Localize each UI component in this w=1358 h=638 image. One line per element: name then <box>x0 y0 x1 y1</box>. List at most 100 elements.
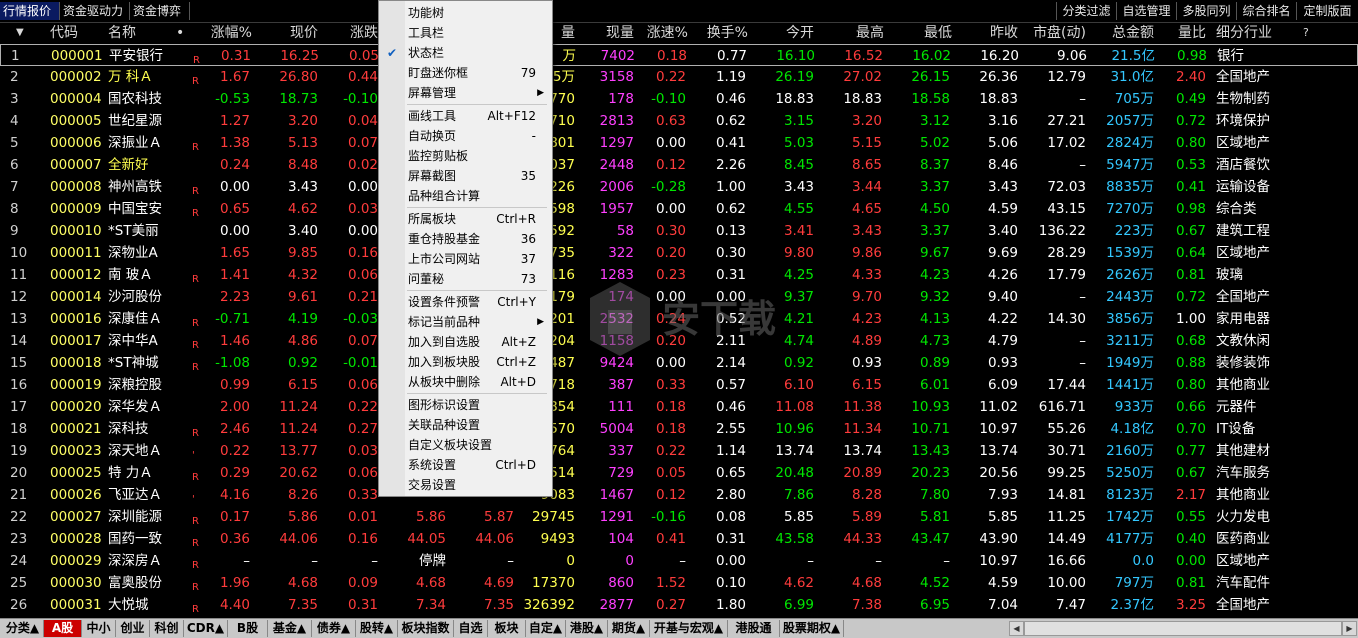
header-change-pct[interactable]: 涨幅% <box>190 22 252 44</box>
tab-category-filter[interactable]: 分类过滤 <box>1056 2 1116 20</box>
table-row[interactable]: 6 000007 全新好 0.24 8.48 0.02 037 2448 0.12 2.26 8.4… <box>0 154 1358 176</box>
header-volume-ratio[interactable]: 量比 <box>1164 22 1206 44</box>
market-tab[interactable]: 自选 <box>454 620 488 637</box>
tab-capital-driver[interactable]: 资金驱动力 <box>60 2 130 20</box>
header-change[interactable]: 涨跌 <box>328 22 378 44</box>
menu-item[interactable]: 盯盘迷你框 79 <box>379 63 552 83</box>
scroll-right-icon[interactable]: ▶ <box>1342 621 1357 636</box>
tab-ranking[interactable]: 综合排名 <box>1236 2 1296 20</box>
header-prev-close[interactable]: 昨收 <box>970 22 1018 44</box>
market-tab[interactable]: CDR▲ <box>184 620 228 637</box>
table-row[interactable]: 3 000004 国农科技 -0.53 18.73 -0.10 770 178 -0.10 0.4… <box>0 88 1358 110</box>
header-pe[interactable]: 市盘(动) <box>1020 22 1086 44</box>
menu-item[interactable]: 所属板块 Ctrl+R <box>379 209 552 229</box>
table-row[interactable]: 16 000019 深粮控股 0.99 6.15 0.06 718 387 0.33 0.57 6.… <box>0 374 1358 396</box>
header-dot: • <box>176 25 185 41</box>
market-tab[interactable]: 基金▲ <box>268 620 312 637</box>
table-row[interactable]: 9 000010 *ST美丽 0.00 3.40 0.00 592 58 0.30 0.13 3.4… <box>0 220 1358 242</box>
menu-item[interactable]: 图形标识设置 <box>379 395 552 415</box>
menu-item[interactable]: 工具栏 <box>379 23 552 43</box>
market-tab[interactable]: 自定▲ <box>526 620 566 637</box>
menu-item[interactable]: 设置条件预警 Ctrl+Y <box>379 292 552 312</box>
help-icon[interactable]: ? <box>1303 22 1309 44</box>
menu-item[interactable]: 加入到板块股 Ctrl+Z <box>379 352 552 372</box>
header-price[interactable]: 现价 <box>262 22 318 44</box>
tab-watchlist-manage[interactable]: 自选管理 <box>1116 2 1176 20</box>
menu-item[interactable]: 监控剪贴板 <box>379 146 552 166</box>
menu-item[interactable]: 屏幕管理 ▶ <box>379 83 552 103</box>
header-high[interactable]: 最高 <box>838 22 884 44</box>
market-tab[interactable]: 中小 <box>82 620 116 637</box>
tab-quotes[interactable]: 行情报价 <box>0 2 60 20</box>
table-row[interactable]: 25 000030 富奥股份 R 1.96 4.68 0.09 4.68 4.69 17370 86… <box>0 572 1358 594</box>
header-amount[interactable]: 总金额 <box>1094 22 1154 44</box>
tab-multi-stock[interactable]: 多股同列 <box>1176 2 1236 20</box>
market-tab[interactable]: 板块指数 <box>398 620 454 637</box>
menu-item[interactable]: 画线工具 Alt+F12 <box>379 106 552 126</box>
menu-item[interactable]: 加入到自选股 Alt+Z <box>379 332 552 352</box>
menu-item[interactable]: 标记当前品种 ▶ <box>379 312 552 332</box>
horizontal-scrollbar[interactable] <box>1024 621 1342 636</box>
menu-item[interactable]: 自定义板块设置 <box>379 435 552 455</box>
price: 8.48 <box>287 157 318 173</box>
market-tab[interactable]: 分类▲ <box>2 620 44 637</box>
menu-item[interactable]: 品种组合计算 <box>379 186 552 206</box>
table-row[interactable]: 10 000011 深物业A 1.65 9.85 0.16 735 322 0.20 0.30 9.… <box>0 242 1358 264</box>
table-row[interactable]: 23 000028 国药一致 R 0.36 44.06 0.16 44.05 44.06 9493… <box>0 528 1358 550</box>
menu-item[interactable]: 屏幕截图 35 <box>379 166 552 186</box>
market-tab[interactable]: 创业 <box>116 620 150 637</box>
menu-item[interactable]: 交易设置 <box>379 475 552 495</box>
table-row[interactable]: 4 000005 世纪星源 1.27 3.20 0.04 710 2813 0.63 0.62 3.… <box>0 110 1358 132</box>
market-tab[interactable]: B股 <box>228 620 268 637</box>
menu-item[interactable]: 从板块中删除 Alt+D <box>379 372 552 392</box>
menu-item[interactable]: 功能树 <box>379 3 552 23</box>
header-speed[interactable]: 涨速% <box>640 22 688 44</box>
table-row[interactable]: 19 000023 深天地Ａ ' 0.22 13.77 0.03 764 337 0.22 1.14… <box>0 440 1358 462</box>
market-tab[interactable]: 港股▲ <box>566 620 608 637</box>
market-tab[interactable]: 股票期权▲ <box>780 620 844 637</box>
market-tab[interactable]: 开基与宏观▲ <box>650 620 728 637</box>
menu-item-shortcut: 37 <box>520 252 536 266</box>
table-row[interactable]: 24 000029 深深房Ａ R – – – 停牌 –0 0–0.00– – –10.97 16.66 0… <box>0 550 1358 572</box>
market-tab[interactable]: 板块 <box>488 620 526 637</box>
menu-item[interactable]: 重仓持股基金 36 <box>379 229 552 249</box>
header-volume[interactable]: 量 <box>553 22 575 44</box>
volume-ratio: 3.25 <box>1175 597 1206 613</box>
table-row[interactable]: 21 000026 飞亚达Ａ ' 4.16 8.26 0.33 9083 1467 0.12 2.8… <box>0 484 1358 506</box>
menu-item[interactable]: 自动换页 - <box>379 126 552 146</box>
total-amount: 21.5亿 <box>1111 48 1155 64</box>
header-open[interactable]: 今开 <box>768 22 814 44</box>
table-row[interactable]: 7 000008 神州高铁 R 0.00 3.43 0.00 226 2006 -0.28 1.00… <box>0 176 1358 198</box>
market-tab[interactable]: 股转▲ <box>356 620 398 637</box>
market-tab[interactable]: 债券▲ <box>312 620 356 637</box>
header-low[interactable]: 最低 <box>906 22 952 44</box>
header-turnover[interactable]: 换手% <box>698 22 748 44</box>
table-row[interactable]: 1 000001 平安银行 R 0.31 16.25 0.05 万 7402 0.18 0.77 16… <box>0 44 1358 66</box>
market-tab[interactable]: A股 <box>44 620 82 637</box>
table-row[interactable]: 5 000006 深振业Ａ R 1.38 5.13 0.07 801 1297 0.00 0.41 5… <box>0 132 1358 154</box>
table-row[interactable]: 17 000020 深华发Ａ 2.00 11.24 0.22 354 111 0.18 0.46 1… <box>0 396 1358 418</box>
table-row[interactable]: 18 000021 深科技 R 2.46 11.24 0.27 570 5004 0.18 2.55… <box>0 418 1358 440</box>
scroll-left-icon[interactable]: ◀ <box>1009 621 1024 636</box>
menu-item[interactable]: 系统设置 Ctrl+D <box>379 455 552 475</box>
menu-item[interactable]: 问董秘 73 <box>379 269 552 289</box>
table-row[interactable]: 20 000025 特 力Ａ R 0.29 20.62 0.06 514 729 0.05 0.65… <box>0 462 1358 484</box>
tab-custom-layout[interactable]: 定制版面 <box>1296 2 1358 20</box>
sort-arrow-icon[interactable]: ▼ <box>16 22 30 44</box>
menu-item[interactable]: 上市公司网站 37 <box>379 249 552 269</box>
header-code[interactable]: 代码 <box>50 22 78 44</box>
tab-capital-game[interactable]: 资金博弈 <box>130 2 190 20</box>
table-row[interactable]: 22 000027 深圳能源 R 0.17 5.86 0.01 5.86 5.87 29745 12… <box>0 506 1358 528</box>
market-tab[interactable]: 科创 <box>150 620 184 637</box>
table-row[interactable]: 8 000009 中国宝安 R 0.65 4.62 0.03 598 1957 0.00 0.62 4… <box>0 198 1358 220</box>
header-cur-volume[interactable]: 现量 <box>588 22 634 44</box>
table-row[interactable]: 26 000031 大悦城 R 4.40 7.35 0.31 7.34 7.35 326392 28… <box>0 594 1358 616</box>
industry: 其他商业 <box>1216 487 1270 503</box>
header-name[interactable]: 名称 <box>108 22 136 44</box>
menu-item[interactable]: 关联品种设置 <box>379 415 552 435</box>
header-industry[interactable]: 细分行业 <box>1216 22 1272 44</box>
table-row[interactable]: 2 000002 万 科Ａ R 1.67 26.80 0.44 5万 3158 0.22 1.19 2… <box>0 66 1358 88</box>
market-tab[interactable]: 港股通 <box>728 620 780 637</box>
menu-item[interactable]: ✔ 状态栏 <box>379 43 552 63</box>
market-tab[interactable]: 期货▲ <box>608 620 650 637</box>
